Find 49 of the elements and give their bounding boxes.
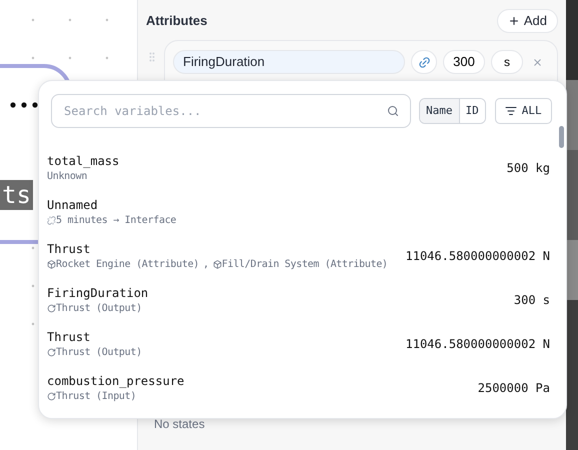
variable-source: Thrust (Output) — [56, 302, 142, 314]
variable-name: FiringDuration — [47, 286, 148, 300]
name-field[interactable]: FiringDuration — [173, 50, 405, 74]
variable-name: total_mass — [47, 154, 120, 168]
variable-item[interactable]: Thrust Thrust (Output) 11046.580000000002 N — [47, 322, 550, 366]
variable-name: combustion_pressure — [47, 374, 184, 388]
plus-icon — [508, 15, 520, 27]
variable-source: Fill/Drain System (Attribute) — [222, 258, 388, 270]
variable-item[interactable]: combustion_pressure Thrust (Input) 2500000 Pa — [47, 366, 550, 410]
link-button[interactable] — [411, 50, 437, 74]
more-icon — [9, 101, 39, 109]
empty-states-text: No states — [154, 417, 205, 431]
loop-icon — [47, 348, 56, 357]
toggle-option[interactable]: ID — [458, 99, 485, 123]
variable-value: 300 s — [514, 292, 550, 309]
variable-source: Thrust (Input) — [56, 390, 136, 402]
variable-item[interactable]: Unnamed 5 minutes → Interface — [47, 190, 550, 234]
variable-source: 5 minutes → Interface — [56, 214, 176, 226]
variable-source: Unknown — [47, 170, 88, 182]
filter-button[interactable]: ALL — [494, 98, 552, 124]
filter-icon — [504, 105, 517, 117]
separator-text: , — [203, 258, 209, 270]
variable-value: 2500000 Pa — [478, 380, 550, 397]
variable-value: 500 kg — [506, 160, 550, 177]
value-field[interactable]: 300 — [443, 50, 485, 74]
variable-source: Rocket Engine (Attribute) — [56, 258, 200, 270]
cube-icon — [47, 260, 56, 269]
loop-icon — [47, 392, 56, 401]
unlink-icon — [47, 216, 56, 225]
add-button[interactable]: Add — [496, 9, 558, 33]
variable-name: Thrust — [47, 242, 92, 256]
scrollbar-thumb — [559, 126, 564, 148]
search-field[interactable]: Search variables... — [51, 94, 411, 128]
variable-item[interactable]: FiringDuration Thrust (Output) 300 s — [47, 278, 550, 322]
close-icon — [532, 56, 542, 68]
cube-icon — [212, 260, 222, 269]
variable-name: Unnamed — [47, 198, 99, 212]
node-label: ts — [0, 180, 33, 210]
variable-item[interactable]: Thrust Rocket Engine (Attribute) , Fill/Drain System (Attribute) 11046.580000000002 N — [47, 234, 550, 278]
search-icon — [387, 105, 399, 117]
section-title: Attributes — [146, 12, 208, 30]
variable-value: 11046.580000000002 N — [406, 248, 550, 265]
variable-source: Thrust (Output) — [56, 346, 142, 358]
variable-value: 11046.580000000002 N — [406, 336, 550, 353]
toggle-option[interactable]: Name — [420, 99, 458, 123]
variable-name: Thrust — [47, 330, 92, 344]
loop-icon — [47, 304, 56, 313]
variable-item[interactable]: total_mass Unknown 500 kg — [47, 146, 550, 190]
unit-field[interactable]: s — [491, 50, 523, 74]
